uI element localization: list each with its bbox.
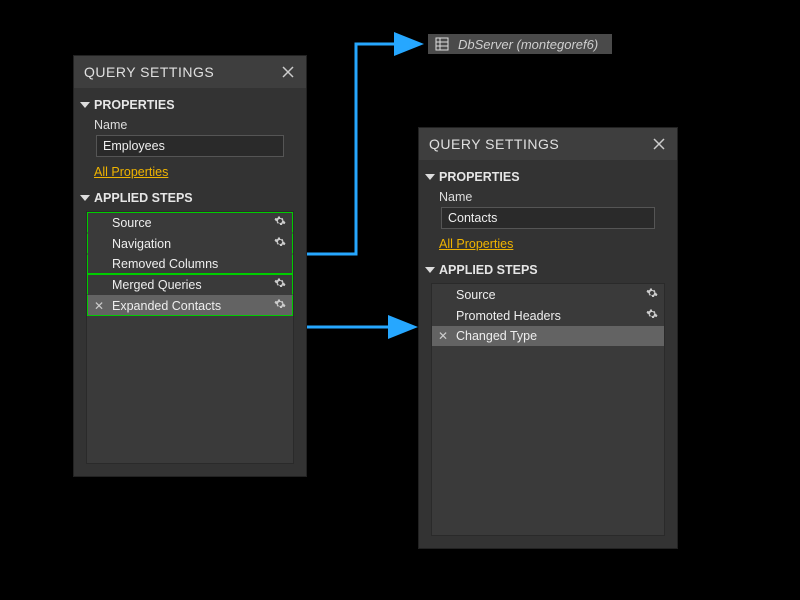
- step-label: Source: [456, 288, 646, 302]
- applied-steps-section-header[interactable]: APPLIED STEPS: [427, 263, 669, 277]
- step-label: Merged Queries: [112, 278, 274, 292]
- query-name-input[interactable]: [96, 135, 284, 157]
- caret-down-icon: [80, 195, 90, 201]
- step-label: Source: [112, 216, 274, 230]
- name-label: Name: [94, 118, 298, 132]
- panel-body: PROPERTIES Name All Properties APPLIED S…: [74, 88, 306, 476]
- gear-icon[interactable]: [646, 308, 658, 323]
- delete-step-icon[interactable]: ✕: [436, 329, 450, 343]
- query-settings-panel-right: QUERY SETTINGS PROPERTIES Name All Prope…: [418, 127, 678, 549]
- gear-icon[interactable]: [274, 215, 286, 230]
- properties-section-header[interactable]: PROPERTIES: [82, 98, 298, 112]
- applied-steps-label: APPLIED STEPS: [94, 191, 193, 205]
- name-label: Name: [439, 190, 669, 204]
- step-label: Removed Columns: [112, 257, 286, 271]
- gear-icon[interactable]: [274, 236, 286, 251]
- applied-step-row[interactable]: Navigation: [87, 233, 293, 254]
- applied-step-row[interactable]: Source: [87, 212, 293, 233]
- properties-label: PROPERTIES: [94, 98, 175, 112]
- all-properties-link[interactable]: All Properties: [94, 165, 298, 179]
- panel-title: QUERY SETTINGS: [429, 136, 559, 152]
- applied-step-row[interactable]: Merged Queries: [87, 274, 293, 295]
- step-label: Navigation: [112, 237, 274, 251]
- database-icon: [434, 36, 450, 52]
- applied-steps-section-header[interactable]: APPLIED STEPS: [82, 191, 298, 205]
- properties-label: PROPERTIES: [439, 170, 520, 184]
- step-label: Promoted Headers: [456, 309, 646, 323]
- applied-step-row[interactable]: Source: [432, 284, 664, 305]
- caret-down-icon: [425, 267, 435, 273]
- db-server-label: DbServer (montegoref6): [458, 37, 598, 52]
- applied-step-row[interactable]: Promoted Headers: [432, 305, 664, 326]
- delete-step-icon[interactable]: ✕: [92, 299, 106, 313]
- applied-steps-label: APPLIED STEPS: [439, 263, 538, 277]
- step-label: Expanded Contacts: [112, 299, 274, 313]
- applied-step-row[interactable]: ✕ Changed Type: [432, 326, 664, 346]
- close-button[interactable]: [651, 136, 667, 152]
- panel-body: PROPERTIES Name All Properties APPLIED S…: [419, 160, 677, 548]
- applied-step-row[interactable]: Removed Columns: [87, 254, 293, 274]
- caret-down-icon: [80, 102, 90, 108]
- properties-section-header[interactable]: PROPERTIES: [427, 170, 669, 184]
- applied-step-row[interactable]: ✕ Expanded Contacts: [87, 295, 293, 316]
- close-button[interactable]: [280, 64, 296, 80]
- caret-down-icon: [425, 174, 435, 180]
- gear-icon[interactable]: [274, 298, 286, 313]
- gear-icon[interactable]: [646, 287, 658, 302]
- panel-header: QUERY SETTINGS: [419, 128, 677, 160]
- query-settings-panel-left: QUERY SETTINGS PROPERTIES Name All Prope…: [73, 55, 307, 477]
- db-server-chip[interactable]: DbServer (montegoref6): [428, 34, 612, 54]
- all-properties-link[interactable]: All Properties: [439, 237, 669, 251]
- panel-header: QUERY SETTINGS: [74, 56, 306, 88]
- applied-steps-list: Source Promoted Headers ✕ Changed Type: [431, 283, 665, 536]
- panel-title: QUERY SETTINGS: [84, 64, 214, 80]
- step-label: Changed Type: [456, 329, 658, 343]
- applied-steps-list: Source Navigation Removed Columns Merged Qu…: [86, 211, 294, 464]
- gear-icon[interactable]: [274, 277, 286, 292]
- query-name-input[interactable]: [441, 207, 655, 229]
